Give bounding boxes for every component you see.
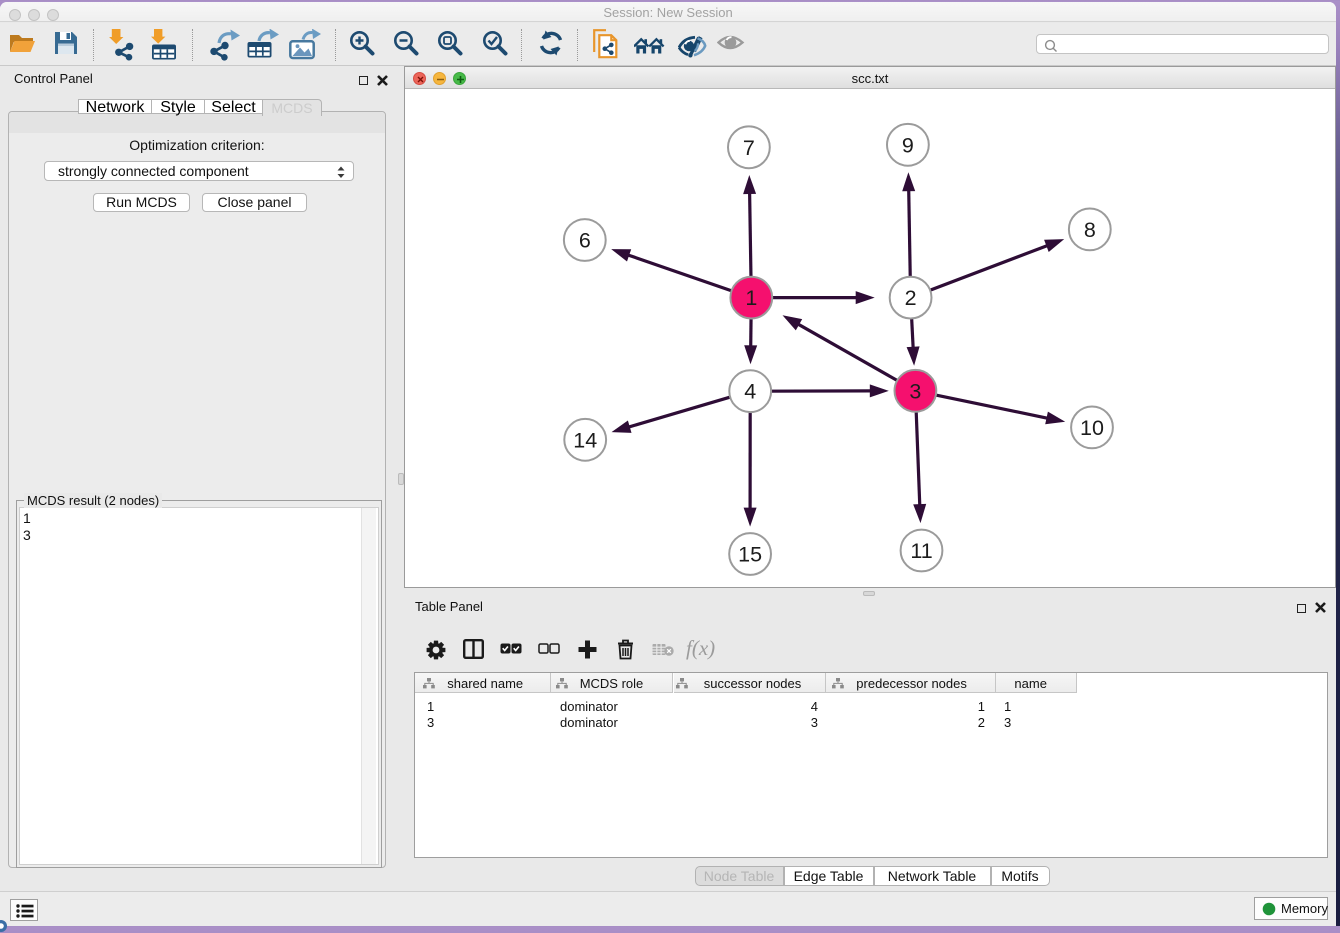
svg-text:11: 11 — [910, 539, 932, 563]
svg-text:8: 8 — [1084, 217, 1096, 241]
svg-text:3: 3 — [909, 379, 921, 403]
svg-text:14: 14 — [573, 428, 597, 452]
svg-text:2: 2 — [905, 286, 917, 310]
svg-text:1: 1 — [745, 286, 757, 310]
svg-text:15: 15 — [738, 542, 762, 566]
svg-text:9: 9 — [902, 133, 914, 157]
svg-text:6: 6 — [579, 228, 591, 252]
svg-text:4: 4 — [744, 379, 756, 403]
svg-text:10: 10 — [1080, 415, 1104, 439]
svg-text:7: 7 — [743, 135, 755, 159]
